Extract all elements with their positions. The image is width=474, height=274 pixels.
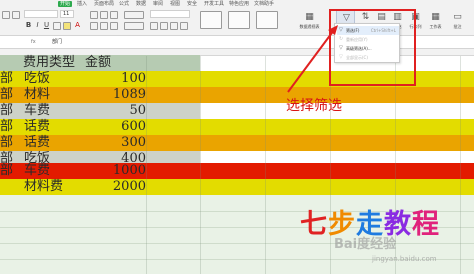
worksheet-button[interactable]: ▦ 工作表 xyxy=(426,10,445,34)
watermark-subtitle: Bai度经验 xyxy=(334,237,397,252)
fx-icon[interactable]: fx xyxy=(31,38,36,47)
comment-icon: ▭ xyxy=(453,12,462,22)
align-middle-icon[interactable] xyxy=(100,11,108,19)
align-right-icon[interactable] xyxy=(110,22,118,30)
watermark-title: 七步走教程 xyxy=(300,210,440,240)
comment-button[interactable]: ▭ 批注 xyxy=(448,10,467,34)
border-icon[interactable] xyxy=(53,22,61,30)
italic-button[interactable]: I xyxy=(33,21,42,30)
table-row: 部 车费 1000 xyxy=(0,163,474,179)
annotation-text: 选择筛选 xyxy=(286,98,342,114)
pivot-table-label: 数据透视表 xyxy=(299,24,320,29)
tab-data[interactable]: 数据 xyxy=(134,1,148,7)
cell-type[interactable]: 车费 xyxy=(24,163,50,179)
percent-icon[interactable] xyxy=(160,22,168,30)
worksheet-label: 工作表 xyxy=(429,24,442,29)
watermark-char: 步 xyxy=(328,209,356,240)
row-fill xyxy=(0,135,474,151)
pivot-table-icon: ▦ xyxy=(305,12,314,22)
watermark-char: 七 xyxy=(300,209,328,240)
cell-amount[interactable]: 1000 xyxy=(80,163,146,179)
gridline xyxy=(460,56,461,274)
header-expense-type[interactable]: 费用类型 xyxy=(23,55,75,71)
watermark-url: jingyan.baidu.com xyxy=(372,255,437,263)
cell-amount[interactable]: 1089 xyxy=(80,87,146,103)
comment-label: 批注 xyxy=(453,24,462,29)
table-row: 部 车费 50 xyxy=(0,103,474,119)
format-painter-icon[interactable] xyxy=(12,11,20,19)
number-format-dropdown[interactable] xyxy=(150,10,190,18)
cell-type[interactable]: 话费 xyxy=(24,119,50,135)
underline-button[interactable]: U xyxy=(42,21,51,30)
name-box[interactable] xyxy=(0,38,26,47)
table-row: 部 材料 1089 xyxy=(0,87,474,103)
bold-button[interactable]: B xyxy=(24,21,33,30)
font-name-dropdown[interactable] xyxy=(24,10,58,18)
cell-dept[interactable]: 部 xyxy=(0,135,13,151)
cell-type[interactable]: 吃饭 xyxy=(24,71,50,87)
pivot-table-button[interactable]: ▦ 数据透视表 xyxy=(299,10,320,34)
table-row: 部 话费 600 xyxy=(0,119,474,135)
header-amount[interactable]: 金额 xyxy=(85,55,111,71)
cell-amount[interactable]: 2000 xyxy=(80,179,146,195)
thousands-icon[interactable] xyxy=(170,22,178,30)
currency-icon[interactable] xyxy=(150,22,158,30)
gridline xyxy=(265,56,266,274)
gridline xyxy=(0,243,474,244)
cell-amount[interactable]: 600 xyxy=(80,119,146,135)
align-center-icon[interactable] xyxy=(100,22,108,30)
table-style-icon[interactable] xyxy=(228,11,250,29)
row-fill xyxy=(0,87,474,103)
tab-insert[interactable]: 插入 xyxy=(75,1,89,7)
row-fill xyxy=(0,119,474,135)
tab-review[interactable]: 审阅 xyxy=(151,1,165,7)
row-fill xyxy=(0,179,474,195)
cell-amount[interactable]: 100 xyxy=(80,71,146,87)
watermark-char: 程 xyxy=(412,209,440,240)
tab-doc-assistant[interactable]: 文档助手 xyxy=(252,1,276,7)
tab-security[interactable]: 安全 xyxy=(185,1,199,7)
row-fill xyxy=(0,163,474,179)
tab-page-layout[interactable]: 页面布局 xyxy=(92,1,116,7)
align-left-icon[interactable] xyxy=(90,22,98,30)
cell-type[interactable]: 车费 xyxy=(24,103,50,119)
tab-formula[interactable]: 公式 xyxy=(117,1,131,7)
cell-style-icon[interactable] xyxy=(256,11,278,29)
cell-amount[interactable]: 50 xyxy=(80,103,146,119)
copy-icon[interactable] xyxy=(2,11,10,19)
align-top-icon[interactable] xyxy=(90,11,98,19)
tab-view[interactable]: 视图 xyxy=(168,1,182,7)
wrap-text-icon[interactable] xyxy=(124,22,144,30)
tab-home[interactable]: 开始 xyxy=(58,1,73,7)
watermark-char: 走 xyxy=(356,209,384,240)
font-size-dropdown[interactable]: 11 xyxy=(60,10,74,18)
cell-dept[interactable]: 部 xyxy=(0,163,13,179)
cell-dept[interactable]: 部 xyxy=(0,103,13,119)
highlight-box xyxy=(329,9,416,86)
merge-center-icon[interactable] xyxy=(124,11,144,19)
worksheet-icon: ▦ xyxy=(431,12,440,22)
tab-special[interactable]: 特色应用 xyxy=(227,1,251,7)
decimal-icon[interactable] xyxy=(180,22,188,30)
table-row: 材料费 2000 xyxy=(0,179,474,195)
watermark-char: 教 xyxy=(384,209,412,240)
fill-color-icon[interactable] xyxy=(63,22,71,30)
table-row: 部 话费 300 xyxy=(0,135,474,151)
cell-dept[interactable]: 部 xyxy=(0,87,13,103)
cell-type[interactable]: 材料费 xyxy=(24,179,63,195)
font-color-button[interactable]: A xyxy=(73,21,82,30)
ribbon-tabs: 开始 插入 页面布局 公式 数据 审阅 视图 安全 开发工具 特色应用 文档助手 xyxy=(0,0,474,8)
tab-developer[interactable]: 开发工具 xyxy=(202,1,226,7)
formula-input[interactable]: 部门 xyxy=(52,38,62,47)
cell-dept[interactable]: 部 xyxy=(0,119,13,135)
gridline xyxy=(200,56,201,274)
align-bottom-icon[interactable] xyxy=(110,11,118,19)
cell-type[interactable]: 话费 xyxy=(24,135,50,151)
cell-amount[interactable]: 300 xyxy=(80,135,146,151)
gridline xyxy=(146,56,147,274)
conditional-format-icon[interactable] xyxy=(200,11,222,29)
cell-type[interactable]: 材料 xyxy=(24,87,50,103)
gridline xyxy=(330,56,331,274)
cell-dept[interactable]: 部 xyxy=(0,71,13,87)
